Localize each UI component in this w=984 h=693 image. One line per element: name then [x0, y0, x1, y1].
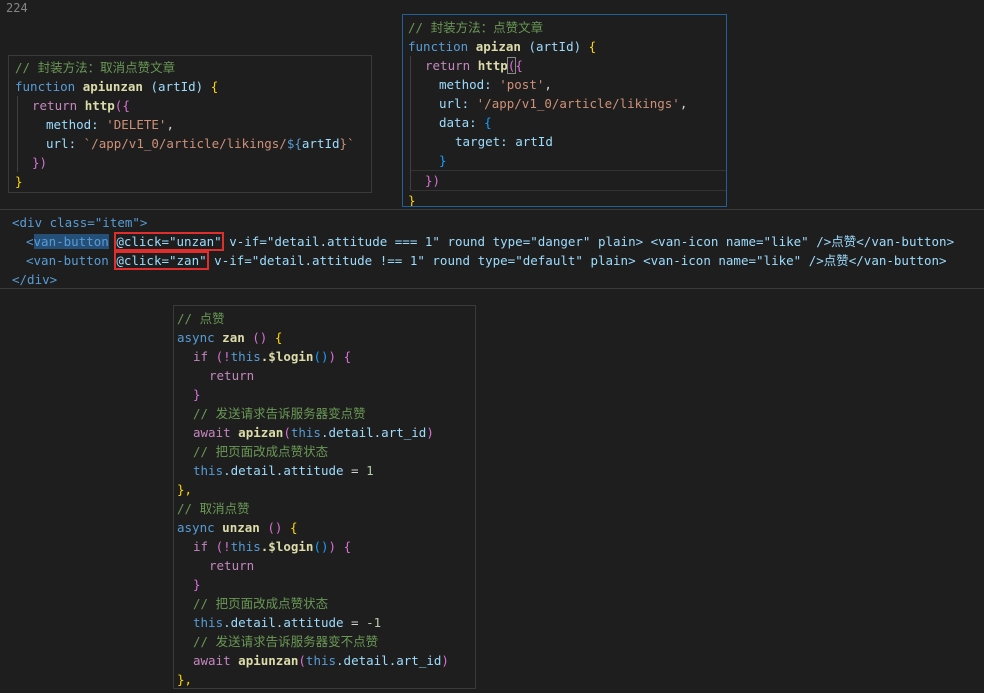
comment: // 封装方法：取消点赞文章	[15, 60, 176, 75]
method-value: 'DELETE'	[106, 117, 167, 132]
function-keyword: function	[15, 79, 76, 94]
close-call: })	[32, 155, 48, 170]
params: (artId)	[150, 79, 204, 94]
close-call: })	[425, 173, 441, 188]
method-value: 'post'	[499, 77, 545, 92]
url-value: '/app/v1_0/article/likings'	[476, 96, 680, 111]
unzan-click-binding: @click="unzan"	[114, 232, 224, 251]
brace: {	[588, 39, 597, 54]
line-number: 224	[6, 1, 28, 15]
button-attributes: v-if="detail.attitude === 1" round type=…	[221, 234, 955, 249]
div-open-tag: <div class="item">	[12, 215, 148, 230]
target-key: target:	[455, 134, 508, 149]
apizan-code-panel: // 封装方法：点赞文章 function apizan (artId) { r…	[402, 14, 727, 207]
template-code-panel: <div class="item"> <van-button @click="u…	[0, 209, 984, 289]
unzan-comment: // 取消点赞	[177, 501, 250, 516]
function-name: apiunzan	[82, 79, 143, 94]
button-attributes: v-if="detail.attitude !== 1" round type=…	[206, 253, 947, 268]
function-keyword: function	[408, 39, 469, 54]
params: (artId)	[528, 39, 582, 54]
url-key: url:	[46, 136, 77, 151]
methods-code-panel: // 点赞 async zan () { if (!this.$login())…	[173, 305, 476, 689]
close-data: }	[439, 153, 447, 168]
method-key: method:	[439, 77, 492, 92]
http-call: http	[84, 98, 115, 113]
div-close-tag: </div>	[12, 272, 58, 287]
brace: {	[210, 79, 219, 94]
comment: // 封装方法：点赞文章	[408, 20, 544, 35]
return-keyword: return	[32, 98, 78, 113]
van-button-tag: van-button	[33, 234, 109, 249]
close-function: }	[408, 193, 416, 207]
zan-comment: // 点赞	[177, 311, 225, 326]
url-value: `/app/v1_0/article/likings/	[83, 136, 287, 151]
van-button-tag: van-button	[33, 253, 109, 268]
zan-click-binding: @click="zan"	[114, 251, 209, 270]
http-call: http	[477, 58, 508, 73]
close-function: }	[15, 174, 23, 189]
data-key: data:	[439, 115, 477, 130]
function-name: apizan	[475, 39, 521, 54]
unzan-method-name: unzan	[222, 520, 260, 535]
target-value: artId	[515, 134, 553, 149]
zan-method-name: zan	[222, 330, 245, 345]
apiunzan-code-panel: // 封装方法：取消点赞文章 function apiunzan (artId)…	[8, 55, 372, 193]
url-key: url:	[439, 96, 470, 111]
method-key: method:	[46, 117, 99, 132]
return-keyword: return	[425, 58, 471, 73]
